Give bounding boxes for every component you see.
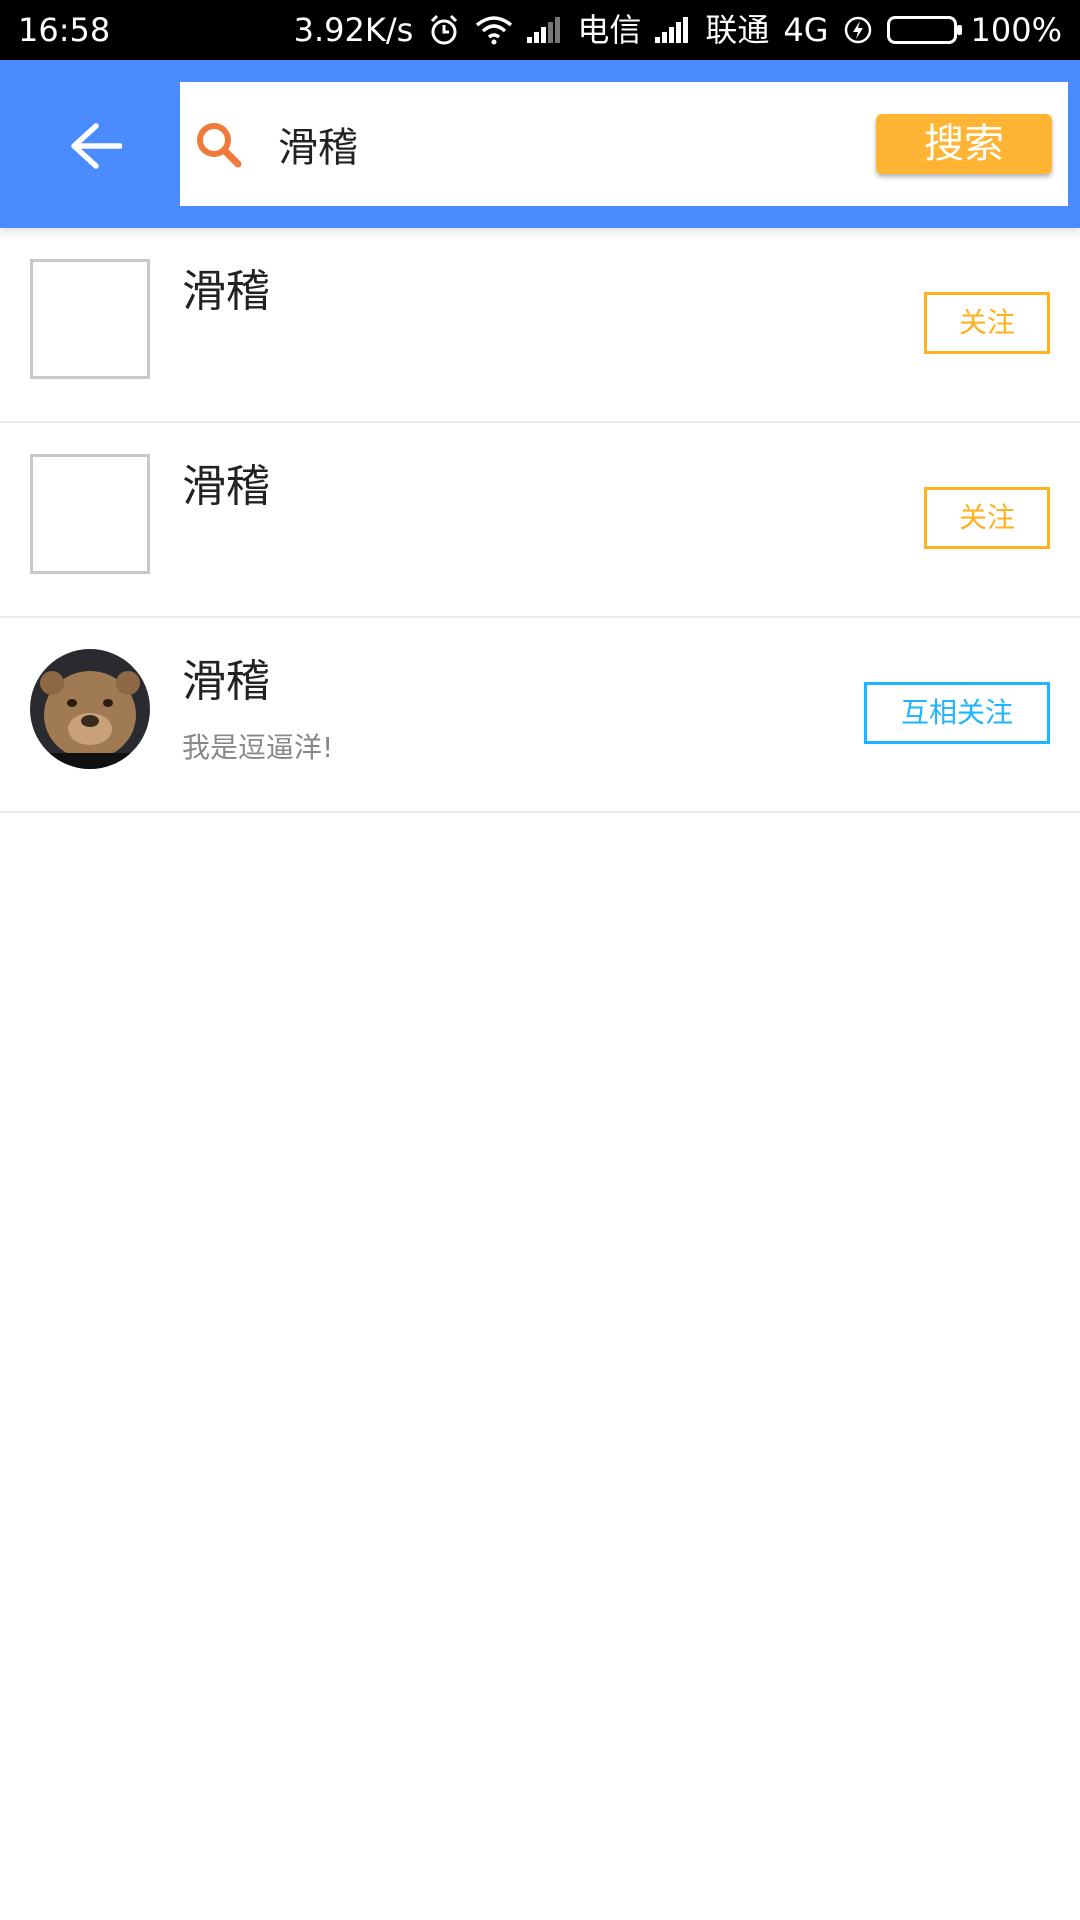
list-item[interactable]: 滑稽 关注 (0, 228, 1080, 423)
charging-icon (843, 15, 873, 45)
list-item[interactable]: 滑稽 关注 (0, 423, 1080, 618)
result-list: 滑稽 关注 滑稽 关注 滑稽 我是逗逼洋! 互相关注 (0, 228, 1080, 813)
avatar (30, 649, 150, 769)
follow-button[interactable]: 关注 (924, 292, 1050, 354)
carrier-1: 电信 (577, 11, 642, 49)
list-item[interactable]: 滑稽 我是逗逼洋! 互相关注 (0, 618, 1080, 813)
battery-icon (886, 16, 962, 44)
user-name: 滑稽 (182, 266, 270, 317)
status-icons: 3.92K/s 电信 联通 4G 100% (294, 0, 1062, 60)
search-box: 搜索 (180, 82, 1068, 206)
back-button[interactable] (56, 106, 136, 186)
search-input[interactable] (278, 102, 798, 186)
user-signature: 我是逗逼洋! (182, 731, 334, 764)
avatar (30, 259, 150, 379)
alarm-icon (427, 13, 461, 47)
user-name: 滑稽 (182, 461, 270, 512)
signal-icon-1 (527, 17, 563, 43)
network-speed: 3.92K/s (293, 11, 414, 49)
avatar (30, 454, 150, 574)
user-name: 滑稽 (182, 656, 270, 707)
wifi-icon (475, 15, 513, 45)
signal-icon-2 (655, 17, 691, 43)
network-type: 4G (783, 11, 829, 49)
arrow-left-icon (71, 123, 122, 169)
app-bar: 搜索 (0, 60, 1080, 228)
battery-percent: 100% (970, 11, 1062, 49)
status-time: 16:58 (18, 11, 111, 49)
carrier-2: 联通 (705, 11, 770, 49)
search-button[interactable]: 搜索 (876, 114, 1052, 174)
status-bar: 16:58 3.92K/s 电信 联通 4G 100% (0, 0, 1080, 60)
follow-button[interactable]: 关注 (924, 487, 1050, 549)
search-icon (197, 123, 242, 168)
mutual-follow-button[interactable]: 互相关注 (864, 682, 1050, 744)
